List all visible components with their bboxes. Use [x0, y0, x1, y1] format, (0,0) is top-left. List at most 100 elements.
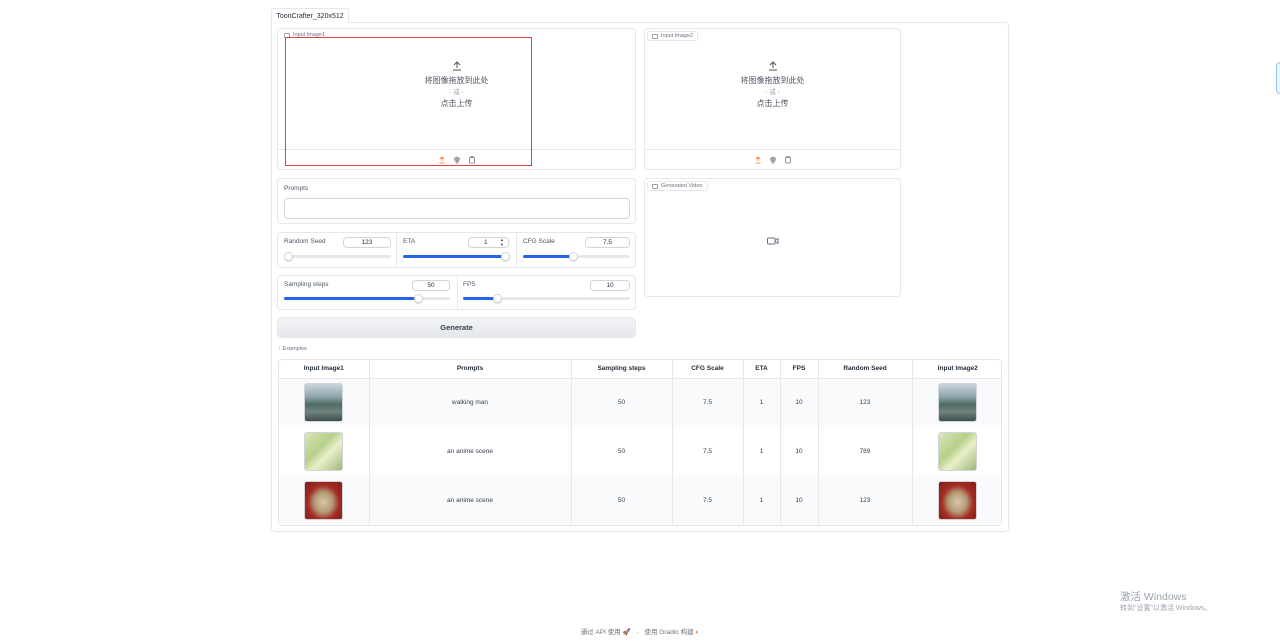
gradio-logo-icon: ◐	[695, 629, 700, 636]
or-text: - 或 -	[765, 89, 780, 96]
example-cell: 10	[780, 427, 819, 476]
example-cell: 789	[818, 427, 913, 476]
example-cell	[279, 378, 370, 427]
col-header: ETA	[743, 360, 781, 379]
example-cell: 1	[743, 427, 781, 476]
example-cell: 123	[818, 378, 913, 427]
example-cell: 1	[743, 476, 781, 525]
divider	[396, 233, 397, 267]
example-thumbnail	[304, 432, 344, 471]
slider-thumb[interactable]	[414, 294, 423, 303]
api-link[interactable]: 通过 API 使用 🚀	[581, 629, 631, 636]
slider-fill	[523, 255, 574, 258]
example-cell	[912, 476, 1001, 525]
example-row[interactable]: an anime scene 50 7.5 1 10 789	[279, 427, 1001, 476]
slider-thumb[interactable]	[569, 252, 578, 261]
cfg-scale-input[interactable]: 7.5	[585, 237, 630, 248]
prompts-input[interactable]	[284, 198, 630, 219]
col-header: Prompts	[369, 360, 572, 379]
activation-watermark-title: 激活 Windows	[1120, 591, 1187, 603]
tab-tooncrafter[interactable]: ToonCrafter_320x512	[271, 8, 349, 23]
eta-input[interactable]: 1 ▲ ▼	[468, 237, 509, 248]
example-thumbnail	[938, 432, 978, 471]
spinner-arrows-icon[interactable]: ▲ ▼	[500, 237, 504, 247]
footer-separator: ·	[636, 629, 639, 636]
slider-thumb[interactable]	[501, 252, 510, 261]
generated-video-label: Generated Video	[647, 181, 708, 191]
generated-video-block: Generated Video	[644, 178, 901, 297]
col-header: CFG Scale	[672, 360, 744, 379]
video-placeholder-icon	[767, 233, 779, 251]
random-seed-label: Random Seed	[284, 238, 326, 245]
random-seed-slider[interactable]	[284, 252, 391, 261]
col-header: Input Image2	[912, 360, 1001, 379]
eta-label: ETA	[403, 238, 416, 245]
clipboard-icon[interactable]	[783, 155, 792, 164]
input-image2-block[interactable]: Input Image2 将图像拖放到此处 - 或 - 点击上传	[644, 28, 901, 170]
sampling-steps-input[interactable]: 50	[412, 280, 450, 291]
col-header: Random Seed	[818, 360, 913, 379]
example-thumbnail	[938, 383, 978, 423]
params-row1	[277, 232, 636, 268]
table-header-row: Input Image1 Prompts Sampling steps CFG …	[279, 360, 1001, 379]
divider	[516, 233, 517, 267]
slider-thumb[interactable]	[493, 294, 502, 303]
examples-table: Input Image1 Prompts Sampling steps CFG …	[278, 359, 1002, 526]
example-cell: an anime scene	[369, 476, 572, 525]
slider-fill	[403, 255, 510, 258]
footer: 通过 API 使用 🚀 · 使用 Gradio 构建 ◐	[0, 626, 1280, 636]
eta-slider[interactable]	[403, 252, 510, 261]
webcam-icon[interactable]	[768, 155, 777, 164]
click-upload-text: 点击上传	[756, 99, 789, 108]
video-icon	[652, 183, 658, 189]
col-header: Input Image1	[279, 360, 370, 379]
activation-watermark-text: 转到"设置"以激活 Windows。	[1120, 605, 1212, 612]
side-panel-tab[interactable]	[1276, 62, 1280, 94]
example-cell: 123	[818, 476, 913, 525]
gradio-link[interactable]: 使用 Gradio 构建 ◐	[644, 629, 699, 636]
sampling-steps-slider[interactable]	[284, 294, 450, 303]
upload-dropzone[interactable]: 将图像拖放到此处 - 或 - 点击上传	[645, 59, 900, 110]
random-seed-input[interactable]: 123	[343, 237, 391, 248]
divider	[457, 276, 458, 309]
example-row[interactable]: an anime scene 50 7.5 1 10 123	[279, 476, 1001, 525]
fps-slider[interactable]	[463, 294, 630, 303]
example-cell: 50	[571, 476, 673, 525]
input-image2-label: Input Image2	[647, 31, 699, 41]
cfg-scale-label: CFG Scale	[523, 238, 555, 245]
example-cell: 7.5	[672, 476, 744, 525]
example-thumbnail	[304, 481, 344, 520]
image-icon	[652, 33, 658, 39]
fps-label: FPS	[463, 281, 476, 288]
col-header: Sampling steps	[571, 360, 673, 379]
example-cell: 7.5	[672, 378, 744, 427]
example-cell	[279, 427, 370, 476]
col-header: FPS	[780, 360, 819, 379]
example-cell: an anime scene	[369, 427, 572, 476]
generate-button[interactable]: Generate	[277, 317, 636, 338]
prompts-block: Prompts	[277, 178, 636, 224]
slider-fill	[284, 297, 417, 300]
upload-source-icon[interactable]	[753, 155, 762, 164]
example-row[interactable]: walking man 50 7.5 1 10 123	[279, 378, 1001, 427]
example-cell: 10	[780, 476, 819, 525]
prompts-label: Prompts	[284, 185, 309, 192]
slider-fill	[463, 297, 497, 300]
example-cell	[912, 427, 1001, 476]
rocket-icon: 🚀	[622, 629, 631, 636]
slider-thumb[interactable]	[284, 252, 293, 261]
example-thumbnail	[938, 481, 978, 520]
drop-text: 将图像拖放到此处	[740, 76, 805, 85]
example-cell: 1	[743, 378, 781, 427]
example-cell: 50	[571, 427, 673, 476]
examples-icon: ⁝	[279, 346, 281, 352]
example-cell: 7.5	[672, 427, 744, 476]
image2-source-toolbar	[645, 149, 900, 169]
upload-icon	[645, 59, 900, 75]
example-thumbnail	[304, 383, 344, 423]
example-cell	[279, 476, 370, 525]
fps-input[interactable]: 10	[590, 280, 630, 291]
example-cell: 50	[571, 378, 673, 427]
example-cell: 10	[780, 378, 819, 427]
cfg-scale-slider[interactable]	[523, 252, 630, 261]
